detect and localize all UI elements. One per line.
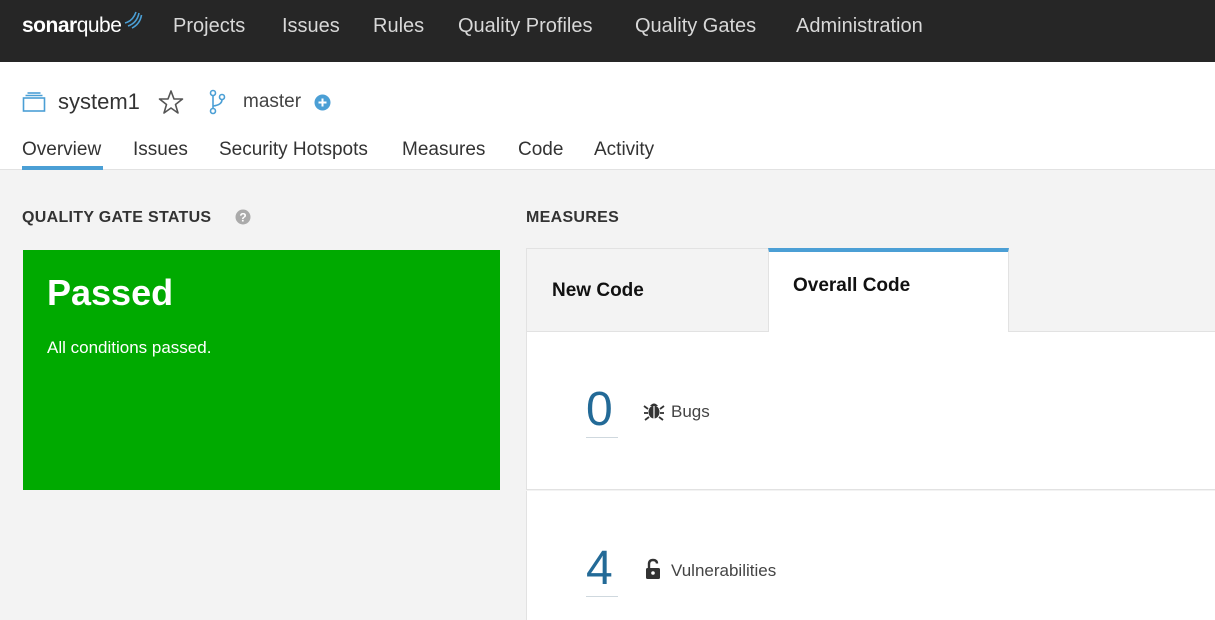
tab-overall-code[interactable]: Overall Code — [768, 248, 1009, 332]
vulnerabilities-label: Vulnerabilities — [671, 561, 777, 580]
quality-gate-message: All conditions passed. — [47, 338, 212, 357]
project-name[interactable]: system1 — [58, 89, 140, 115]
vulnerabilities-value-underline — [586, 596, 618, 597]
project-header: system1 master Overview Issues Security … — [0, 62, 1215, 170]
quality-gate-status: Passed — [47, 272, 174, 313]
nav-quality-profiles[interactable]: Quality Profiles — [458, 14, 593, 38]
nav-projects[interactable]: Projects — [173, 14, 245, 38]
tab-new-code-label: New Code — [552, 280, 644, 301]
quality-gate-status-box: Passed All conditions passed. — [23, 250, 500, 490]
active-tab-indicator — [22, 166, 103, 170]
lock-icon — [646, 558, 660, 579]
logo-waves-icon — [125, 11, 143, 29]
nav-issues[interactable]: Issues — [282, 14, 340, 38]
vulnerabilities-card: 4 Vulnerabilities — [526, 491, 1215, 620]
bugs-value[interactable]: 0 — [586, 382, 613, 437]
tab-activity[interactable]: Activity — [594, 139, 654, 161]
quality-gate-title: QUALITY GATE STATUS — [22, 209, 212, 226]
branch-name[interactable]: master — [243, 91, 301, 113]
logo-text: sonarqube — [22, 14, 122, 37]
tab-code[interactable]: Code — [518, 139, 563, 161]
tab-overview[interactable]: Overview — [22, 139, 101, 161]
tab-issues[interactable]: Issues — [133, 139, 188, 161]
top-navbar: sonarqube Projects Issues Rules Quality … — [0, 0, 1215, 62]
bugs-label: Bugs — [671, 402, 710, 421]
sonarqube-logo[interactable]: sonarqube — [22, 8, 143, 44]
bug-icon — [643, 403, 665, 421]
project-icon — [22, 92, 46, 112]
nav-quality-gates[interactable]: Quality Gates — [635, 14, 756, 38]
nav-administration[interactable]: Administration — [796, 14, 923, 38]
bugs-card: 0 Bugs — [526, 332, 1215, 490]
add-branch-icon[interactable] — [314, 94, 331, 111]
tab-security-hotspots[interactable]: Security Hotspots — [219, 139, 368, 161]
svg-text:?: ? — [239, 211, 246, 225]
branch-icon — [209, 89, 226, 115]
star-icon[interactable] — [158, 89, 184, 115]
tab-overall-code-label: Overall Code — [793, 275, 911, 296]
measures-title: MEASURES — [526, 209, 620, 226]
tab-new-code[interactable]: New Code — [526, 248, 768, 332]
help-icon[interactable]: ? — [235, 209, 251, 225]
nav-rules[interactable]: Rules — [373, 14, 424, 38]
bugs-value-underline — [586, 437, 618, 438]
vulnerabilities-value[interactable]: 4 — [586, 541, 613, 596]
tab-measures[interactable]: Measures — [402, 139, 485, 161]
